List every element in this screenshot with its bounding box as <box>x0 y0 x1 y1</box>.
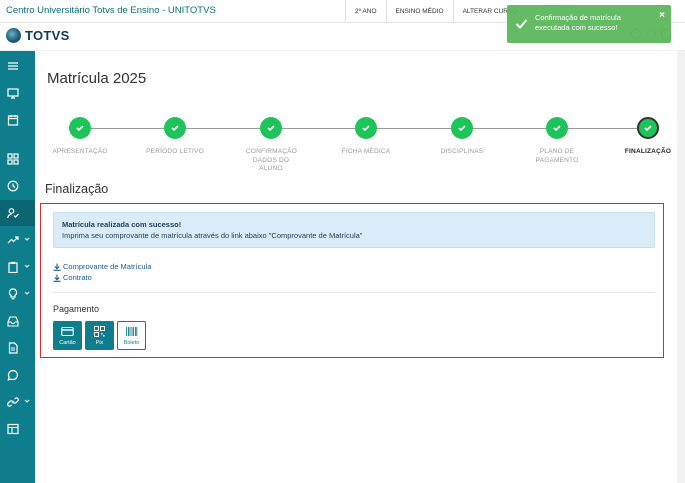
chevron-down-icon <box>24 264 30 268</box>
download-icon <box>53 274 61 282</box>
main-content: Matrícula 2025 APRESENTAÇÃO PERÍODO LETI… <box>35 51 685 483</box>
trending-icon <box>7 236 19 244</box>
step-label: FICHA MÉDICA <box>341 148 391 155</box>
document-icon <box>8 342 18 354</box>
download-links: Comprovante de Matrícula Contrato <box>53 261 151 283</box>
step-complete-icon <box>260 117 282 139</box>
nav-level-button[interactable]: ENSINO MÉDIO <box>385 0 453 23</box>
sidebar-item-enrollment[interactable] <box>0 200 35 226</box>
pay-boleto-button[interactable]: Boleto <box>117 321 146 350</box>
step-label: FINALIZAÇÃO <box>624 148 672 155</box>
step-ficha-medica[interactable]: FICHA MÉDICA <box>326 117 406 157</box>
sidebar-item-ideas[interactable] <box>0 281 35 307</box>
step-complete-icon <box>164 117 186 139</box>
barcode-icon <box>126 326 138 336</box>
step-label: CONFIRMAÇÃO DADOS DO ALUNO <box>246 148 297 172</box>
alert-title: Matrícula realizada com sucesso! <box>62 220 182 229</box>
sidebar-item-dashboard[interactable] <box>0 146 35 172</box>
chevron-down-icon <box>24 237 30 241</box>
pay-pix-button[interactable]: Pix <box>85 321 114 350</box>
step-plano-pagamento[interactable]: PLANO DE PAGAMENTO <box>517 117 597 165</box>
totvs-logo[interactable]: TOTVS <box>6 28 70 43</box>
pay-card-label: Cartão <box>59 339 76 346</box>
contrato-link-label: Contrato <box>63 273 92 282</box>
toast-message: Confirmação de matrícula executada com s… <box>535 13 621 32</box>
sidebar <box>0 51 35 483</box>
sidebar-item-inbox[interactable] <box>0 308 35 334</box>
step-current-icon <box>637 117 659 139</box>
link-icon <box>7 397 19 407</box>
comprovante-link[interactable]: Comprovante de Matrícula <box>53 261 151 272</box>
success-toast: Confirmação de matrícula executada com s… <box>507 5 671 43</box>
step-label: APRESENTAÇÃO <box>52 148 108 155</box>
payment-title: Pagamento <box>53 304 100 314</box>
pay-boleto-label: Boleto <box>123 339 140 346</box>
step-complete-icon <box>355 117 377 139</box>
step-confirmacao-dados[interactable]: CONFIRMAÇÃO DADOS DO ALUNO <box>231 117 311 174</box>
step-disciplinas[interactable]: DISCIPLINAS <box>422 117 502 157</box>
chevron-down-icon <box>24 291 30 295</box>
step-complete-icon <box>451 117 473 139</box>
clipboard-icon <box>8 261 18 273</box>
check-icon <box>515 19 528 29</box>
section-title: Finalização <box>45 182 109 196</box>
step-label: PLANO DE PAGAMENTO <box>535 148 579 164</box>
sidebar-item-history[interactable] <box>0 173 35 199</box>
download-icon <box>53 263 61 271</box>
step-complete-icon <box>69 117 91 139</box>
contrato-link[interactable]: Contrato <box>53 272 151 283</box>
pay-pix-label: Pix <box>95 339 104 346</box>
top-nav: 2º ANO ENSINO MÉDIO ALTERAR CURSO <box>345 0 526 23</box>
sidebar-item-clipboard[interactable] <box>0 254 35 280</box>
sidebar-item-calendar[interactable] <box>0 107 35 133</box>
sidebar-menu-toggle[interactable] <box>0 53 35 79</box>
step-apresentacao[interactable]: APRESENTAÇÃO <box>40 117 120 157</box>
nav-year-button[interactable]: 2º ANO <box>345 0 386 23</box>
grid-icon <box>7 153 19 165</box>
step-finalizacao[interactable]: FINALIZAÇÃO <box>613 117 683 157</box>
step-periodo-letivo[interactable]: PERÍODO LETIVO <box>135 117 215 157</box>
comprovante-link-label: Comprovante de Matrícula <box>63 262 152 271</box>
calendar-icon <box>7 115 19 126</box>
pay-card-button[interactable]: Cartão <box>53 321 82 350</box>
sidebar-item-documents[interactable] <box>0 335 35 361</box>
page-scrollbar[interactable] <box>677 51 685 483</box>
step-complete-icon <box>546 117 568 139</box>
table-icon <box>7 423 19 435</box>
clock-icon <box>7 180 19 192</box>
logo-globe-icon <box>6 28 21 43</box>
finalization-panel: Matrícula realizada com sucesso! Imprima… <box>40 203 664 358</box>
card-icon <box>61 326 74 336</box>
sidebar-item-links[interactable] <box>0 389 35 415</box>
step-label: DISCIPLINAS <box>440 148 484 155</box>
alert-text: Imprima seu comprovante de matrícula atr… <box>62 231 363 240</box>
qr-icon <box>94 325 105 337</box>
inbox-icon <box>7 316 19 327</box>
sidebar-item-messages[interactable] <box>0 362 35 388</box>
payment-options: Cartão Pix Boleto <box>53 321 146 350</box>
chevron-down-icon <box>24 399 30 403</box>
close-icon[interactable]: × <box>659 10 665 21</box>
institution-title: Centro Universitário Totvs de Ensino - U… <box>6 5 216 16</box>
chat-icon <box>7 369 19 381</box>
monitor-icon <box>7 88 19 99</box>
divider <box>53 292 655 293</box>
step-label: PERÍODO LETIVO <box>146 148 204 155</box>
sidebar-item-monitor[interactable] <box>0 80 35 106</box>
user-check-icon <box>7 208 19 219</box>
menu-icon <box>8 62 18 70</box>
lightbulb-icon <box>8 288 18 300</box>
page-title: Matrícula 2025 <box>47 70 147 87</box>
success-alert: Matrícula realizada com sucesso! Imprima… <box>53 212 655 248</box>
logo-text: TOTVS <box>25 28 70 43</box>
sidebar-item-performance[interactable] <box>0 227 35 253</box>
enrollment-stepper: APRESENTAÇÃO PERÍODO LETIVO CONFIRMAÇÃO … <box>35 117 685 187</box>
sidebar-item-table[interactable] <box>0 416 35 442</box>
